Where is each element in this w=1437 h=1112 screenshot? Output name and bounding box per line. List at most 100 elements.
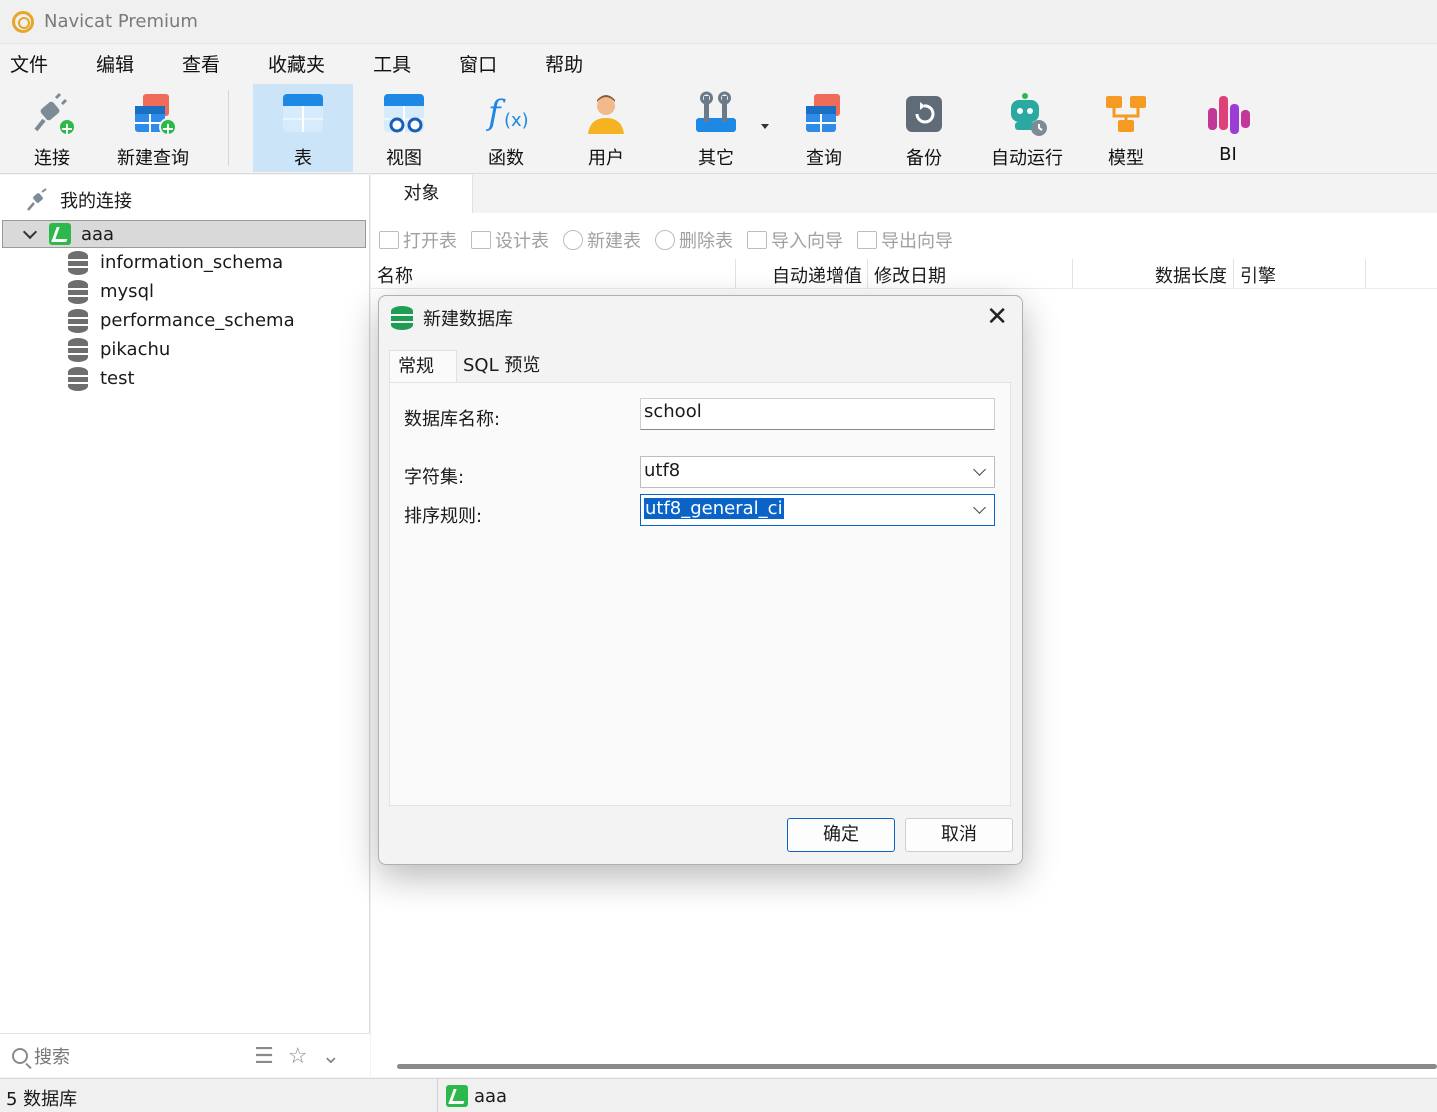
chevron-down-icon: [973, 463, 986, 476]
menu-favorites[interactable]: 收藏夹: [258, 50, 345, 77]
database-icon: [391, 306, 413, 330]
column-divider[interactable]: [867, 259, 868, 289]
close-icon[interactable]: ✕: [986, 304, 1008, 330]
function-button[interactable]: f (x) 函数: [470, 84, 542, 172]
my-connections-header[interactable]: 我的连接: [0, 183, 370, 217]
database-icon: [68, 279, 88, 304]
menu-view[interactable]: 查看: [172, 50, 240, 77]
backup-icon: [900, 90, 948, 138]
charset-select[interactable]: utf8: [640, 456, 995, 488]
charset-value: utf8: [644, 460, 681, 481]
star-icon[interactable]: ☆: [288, 1044, 308, 1069]
new-query-label: 新建查询: [117, 148, 189, 169]
window-title: Navicat Premium: [44, 11, 198, 32]
open-table-button[interactable]: 打开表: [379, 227, 457, 253]
backup-button[interactable]: 备份: [888, 84, 960, 172]
mysql-connection-icon: [49, 223, 71, 245]
tab-general[interactable]: 常规: [389, 350, 457, 382]
add-badge-icon: +: [58, 118, 76, 137]
column-header-modified-date[interactable]: 修改日期: [874, 262, 946, 288]
design-table-button[interactable]: 设计表: [471, 227, 549, 253]
search-input[interactable]: 搜索: [34, 1043, 70, 1069]
bi-chart-icon: [1204, 90, 1252, 138]
delete-table-button[interactable]: 删除表: [655, 227, 733, 253]
ok-button[interactable]: 确定: [787, 818, 895, 852]
collation-label: 排序规则:: [404, 506, 483, 527]
column-header-data-length[interactable]: 数据长度: [1155, 262, 1227, 288]
plug-icon: [27, 188, 47, 211]
user-button[interactable]: 用户: [570, 84, 642, 172]
table-button[interactable]: 表: [253, 84, 353, 172]
menu-file[interactable]: 文件: [0, 50, 68, 77]
collation-value: utf8_general_ci: [644, 498, 784, 519]
export-wizard-label: 导出向导: [881, 231, 953, 252]
connect-button[interactable]: + 连接: [16, 84, 88, 172]
database-name: mysql: [100, 281, 154, 302]
model-label: 模型: [1108, 148, 1144, 169]
bi-button[interactable]: BI: [1192, 84, 1264, 172]
column-header-engine[interactable]: 引擎: [1240, 262, 1276, 288]
cancel-button[interactable]: 取消: [905, 818, 1013, 852]
chevron-down-icon[interactable]: [22, 224, 38, 239]
main-toolbar: + 连接 + 新建查询 表 视图 f (x) 函数 用户 其它 查询 备份 自动…: [0, 82, 1437, 174]
new-query-button[interactable]: + 新建查询: [112, 84, 194, 172]
list-item[interactable]: performance_schema: [0, 306, 295, 335]
delete-table-label: 删除表: [679, 231, 733, 252]
my-connections-label: 我的连接: [60, 191, 132, 212]
export-wizard-button[interactable]: 导出向导: [857, 227, 953, 253]
menu-window[interactable]: 窗口: [449, 50, 517, 77]
dialog-general-panel: 数据库名称: school 字符集: utf8 排序规则: utf8_gener…: [389, 382, 1011, 806]
status-bar: 5 数据库 aaa: [0, 1078, 1437, 1112]
query-button[interactable]: 查询: [788, 84, 860, 172]
collapse-icon[interactable]: ⌄: [322, 1044, 340, 1069]
chevron-down-icon[interactable]: [761, 124, 769, 129]
tab-objects[interactable]: 对象: [371, 175, 473, 213]
column-header-name[interactable]: 名称: [377, 262, 413, 288]
import-wizard-button[interactable]: 导入向导: [747, 227, 843, 253]
new-table-button[interactable]: 新建表: [563, 227, 641, 253]
tab-sql-preview[interactable]: SQL 预览: [455, 350, 548, 382]
column-divider[interactable]: [735, 259, 736, 289]
menu-help[interactable]: 帮助: [535, 50, 603, 77]
menu-tools[interactable]: 工具: [363, 50, 431, 77]
model-icon: [1102, 90, 1150, 138]
import-icon: [747, 231, 767, 249]
view-icon: [380, 90, 428, 138]
menu-bar: 文件 编辑 查看 收藏夹 工具 窗口 帮助: [0, 44, 1437, 82]
minus-circle-icon: [655, 230, 675, 250]
other-button[interactable]: 其它: [680, 84, 752, 172]
horizontal-scrollbar[interactable]: [397, 1064, 1437, 1069]
new-database-dialog: 新建数据库 ✕ 常规 SQL 预览 数据库名称: school 字符集: utf…: [378, 295, 1023, 865]
list-item[interactable]: mysql: [0, 277, 154, 306]
user-icon: [582, 90, 630, 138]
list-item[interactable]: information_schema: [0, 248, 283, 277]
folder-icon: [379, 231, 399, 249]
table-header: 名称 自动递增值 修改日期 数据长度 引擎: [371, 259, 1437, 289]
sidebar-search-bar[interactable]: 搜索 ☰ ☆ ⌄: [0, 1033, 370, 1077]
list-item[interactable]: pikachu: [0, 335, 170, 364]
connect-label: 连接: [34, 148, 70, 169]
tab-strip: 对象: [371, 175, 1437, 213]
collation-select[interactable]: utf8_general_ci: [640, 494, 995, 526]
view-button[interactable]: 视图: [368, 84, 440, 172]
database-count: 5 数据库: [6, 1089, 78, 1110]
connection-item[interactable]: aaa: [2, 220, 366, 248]
db-name-label: 数据库名称:: [404, 409, 501, 430]
column-divider[interactable]: [1365, 259, 1366, 289]
database-name: pikachu: [100, 339, 171, 360]
toolbar-divider: [228, 90, 229, 166]
design-table-label: 设计表: [495, 231, 549, 252]
column-divider[interactable]: [1233, 259, 1234, 289]
filter-icon[interactable]: ☰: [254, 1044, 274, 1069]
menu-edit[interactable]: 编辑: [86, 50, 154, 77]
column-header-auto-increment[interactable]: 自动递增值: [772, 262, 862, 288]
query-icon: [800, 90, 848, 138]
bi-label: BI: [1219, 144, 1237, 165]
model-button[interactable]: 模型: [1090, 84, 1162, 172]
automation-button[interactable]: 自动运行: [986, 84, 1068, 172]
list-item[interactable]: test: [0, 364, 135, 393]
db-name-field[interactable]: school: [640, 398, 995, 430]
status-divider: [437, 1079, 438, 1112]
column-divider[interactable]: [1072, 259, 1073, 289]
dialog-title-bar: 新建数据库 ✕: [379, 296, 1022, 340]
